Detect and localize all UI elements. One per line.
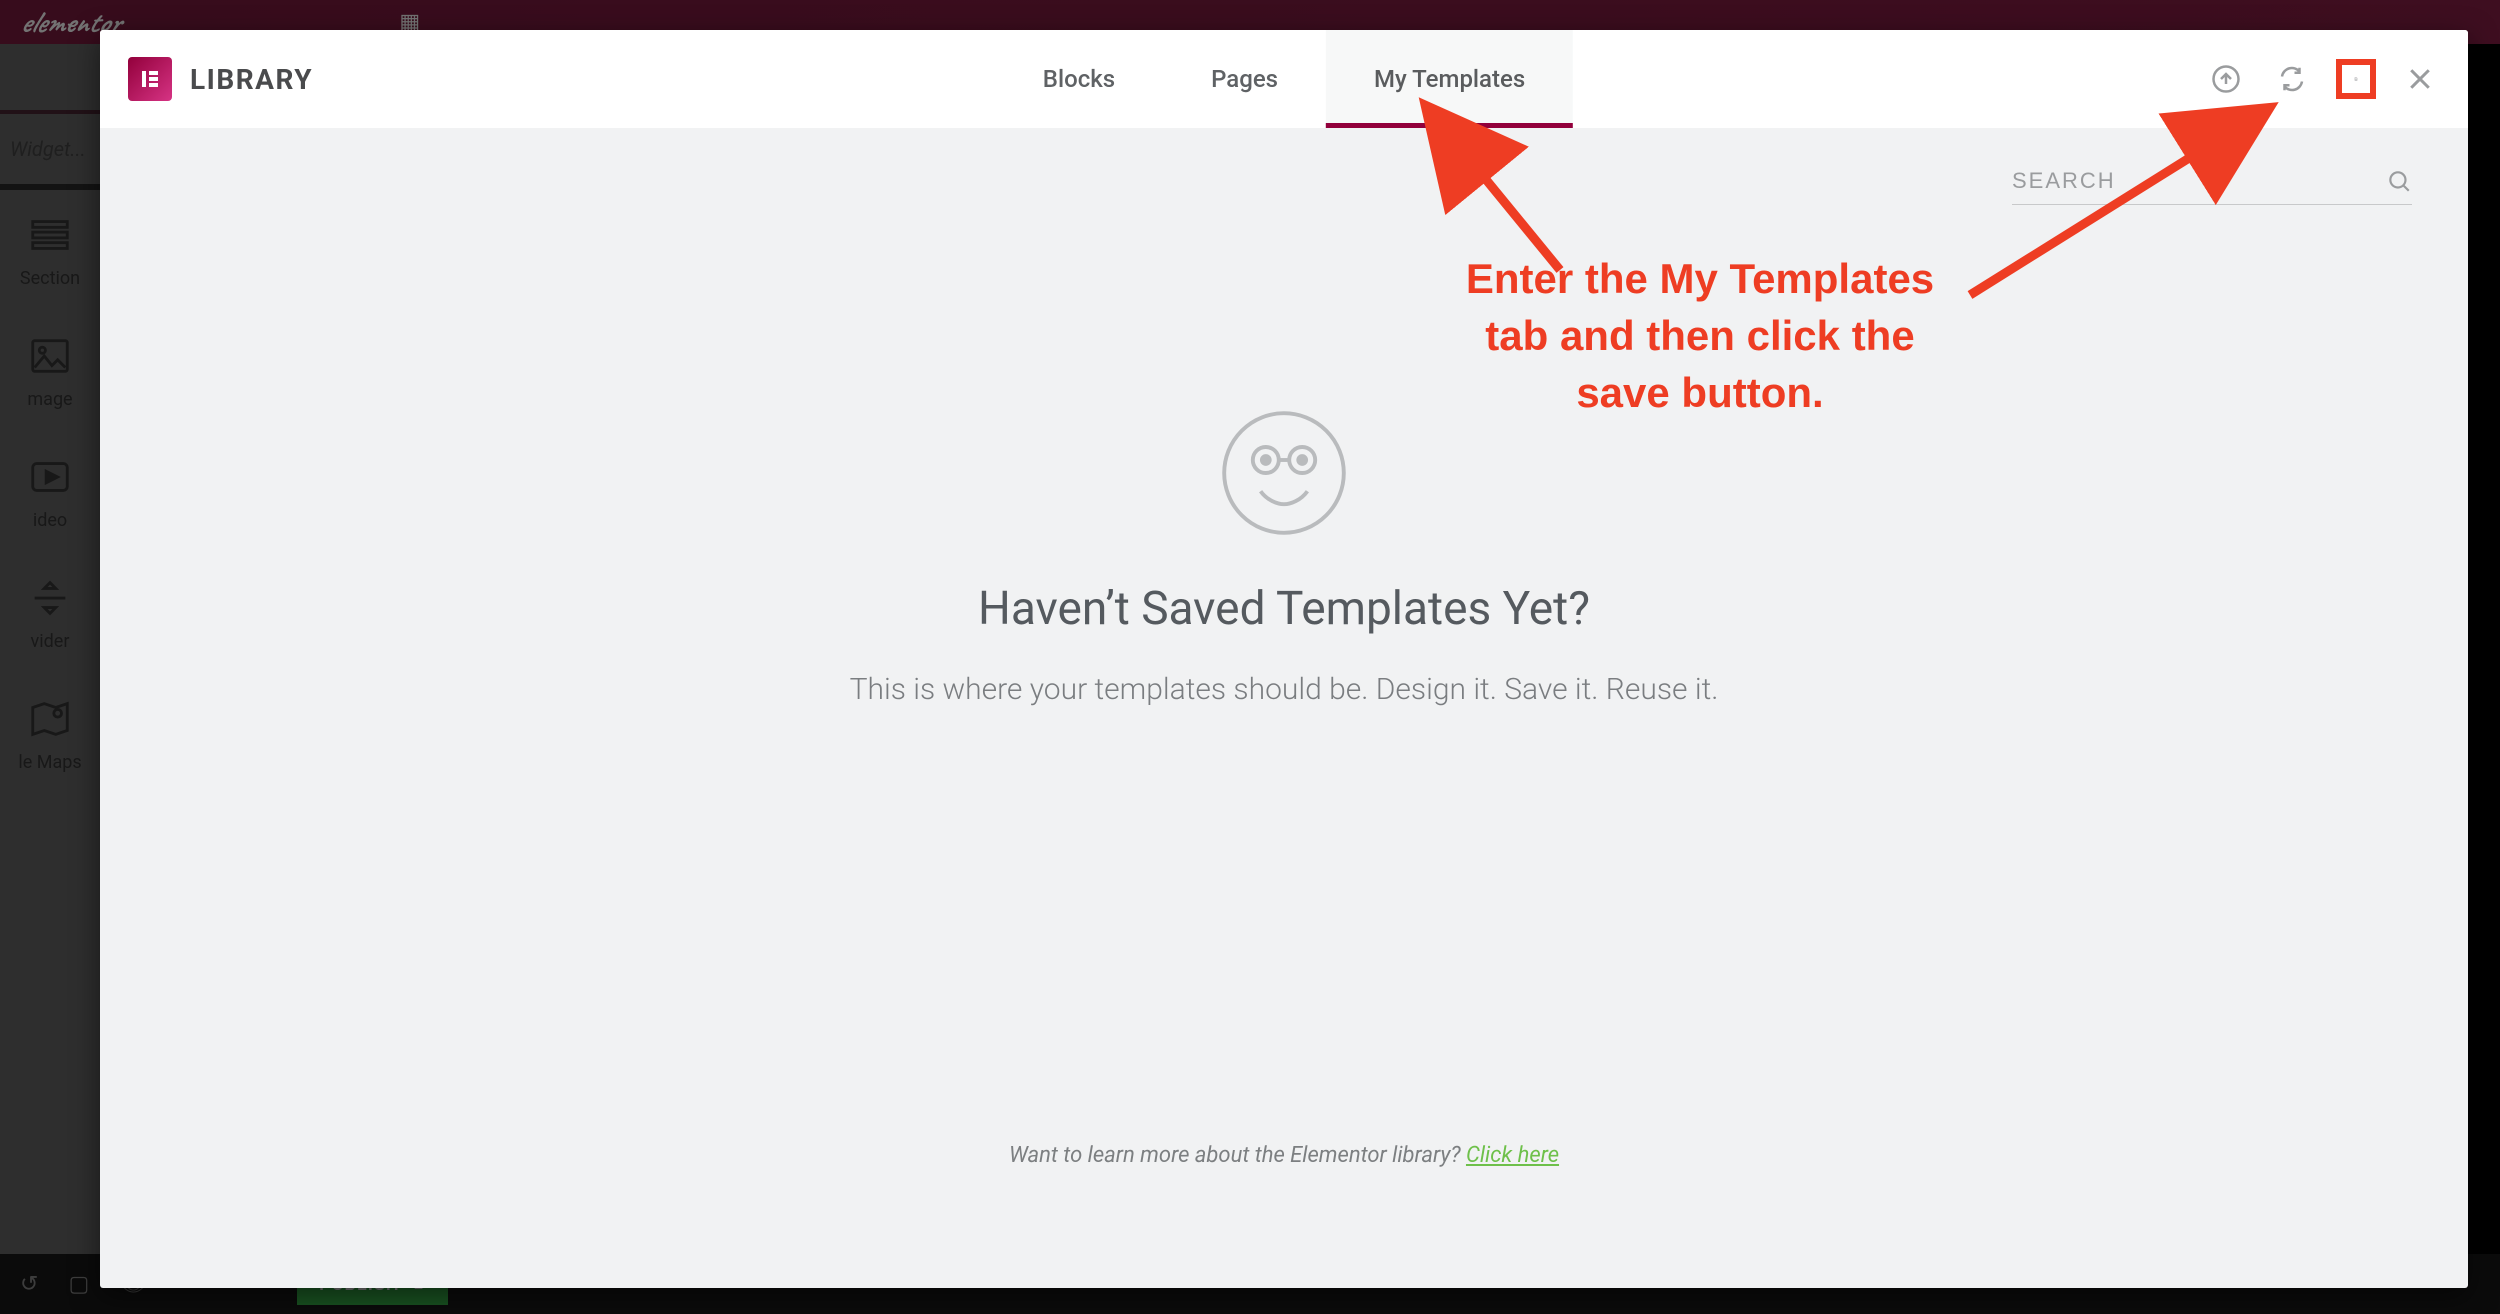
library-body: Haven’t Saved Templates Yet? This is whe… bbox=[100, 128, 2468, 1288]
nerd-face-icon bbox=[1219, 408, 1349, 538]
learn-more-link[interactable]: Click here bbox=[1466, 1143, 1559, 1168]
learn-prefix: Want to learn more about the Elementor l… bbox=[1009, 1143, 1466, 1168]
library-modal: LIBRARY Blocks Pages My Templates bbox=[100, 30, 2468, 1288]
search-icon bbox=[2386, 168, 2412, 194]
annotation-text: Enter the My Templates tab and then clic… bbox=[1455, 250, 1945, 421]
library-search bbox=[2012, 168, 2412, 205]
empty-title: Haven’t Saved Templates Yet? bbox=[978, 582, 1590, 636]
search-input[interactable] bbox=[2012, 168, 2386, 194]
elementor-logo-icon bbox=[128, 57, 172, 101]
library-logo-wrap: LIBRARY bbox=[128, 57, 313, 101]
empty-subtitle: This is where your templates should be. … bbox=[850, 672, 1719, 707]
tab-blocks[interactable]: Blocks bbox=[995, 30, 1163, 128]
tab-label: My Templates bbox=[1374, 65, 1525, 93]
library-tabs: Blocks Pages My Templates bbox=[995, 30, 1573, 128]
tab-label: Pages bbox=[1211, 65, 1278, 93]
upload-icon[interactable] bbox=[2206, 59, 2246, 99]
save-icon[interactable] bbox=[2336, 59, 2376, 99]
empty-state: Haven’t Saved Templates Yet? This is whe… bbox=[100, 408, 2468, 707]
learn-more-row: Want to learn more about the Elementor l… bbox=[100, 1143, 2468, 1168]
tab-my-templates[interactable]: My Templates bbox=[1326, 30, 1573, 128]
library-title: LIBRARY bbox=[190, 63, 313, 96]
sync-icon[interactable] bbox=[2272, 59, 2312, 99]
library-header: LIBRARY Blocks Pages My Templates bbox=[100, 30, 2468, 128]
close-icon[interactable] bbox=[2400, 59, 2440, 99]
tab-label: Blocks bbox=[1043, 65, 1115, 93]
tab-pages[interactable]: Pages bbox=[1163, 30, 1326, 128]
library-header-actions bbox=[2206, 59, 2440, 99]
